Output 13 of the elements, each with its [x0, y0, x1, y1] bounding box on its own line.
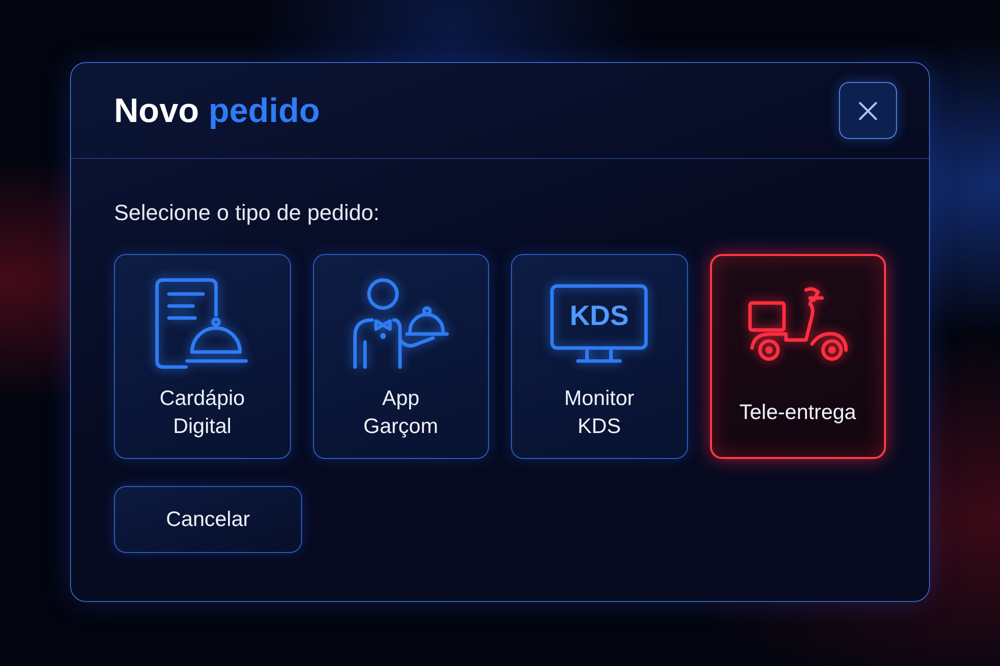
- order-type-card[interactable]: KDS Monitor KDS: [511, 254, 688, 459]
- close-icon: [858, 100, 878, 120]
- order-type-card[interactable]: Tele-entrega: [710, 254, 886, 459]
- order-type-card[interactable]: App Garçom: [312, 254, 489, 459]
- waiter-icon: [350, 278, 451, 370]
- prompt-text: Selecione o tipo de pedido:: [114, 199, 380, 227]
- monitor-icon: [550, 284, 648, 364]
- order-type-card[interactable]: Cardápio Digital: [114, 254, 290, 459]
- monitor-screen-text: KDS: [570, 302, 629, 330]
- cancel-button[interactable]: Cancelar: [114, 486, 302, 553]
- close-button[interactable]: [839, 82, 897, 139]
- dialog-title: Novo pedido: [114, 94, 320, 128]
- menu-cloche-icon: [155, 278, 250, 370]
